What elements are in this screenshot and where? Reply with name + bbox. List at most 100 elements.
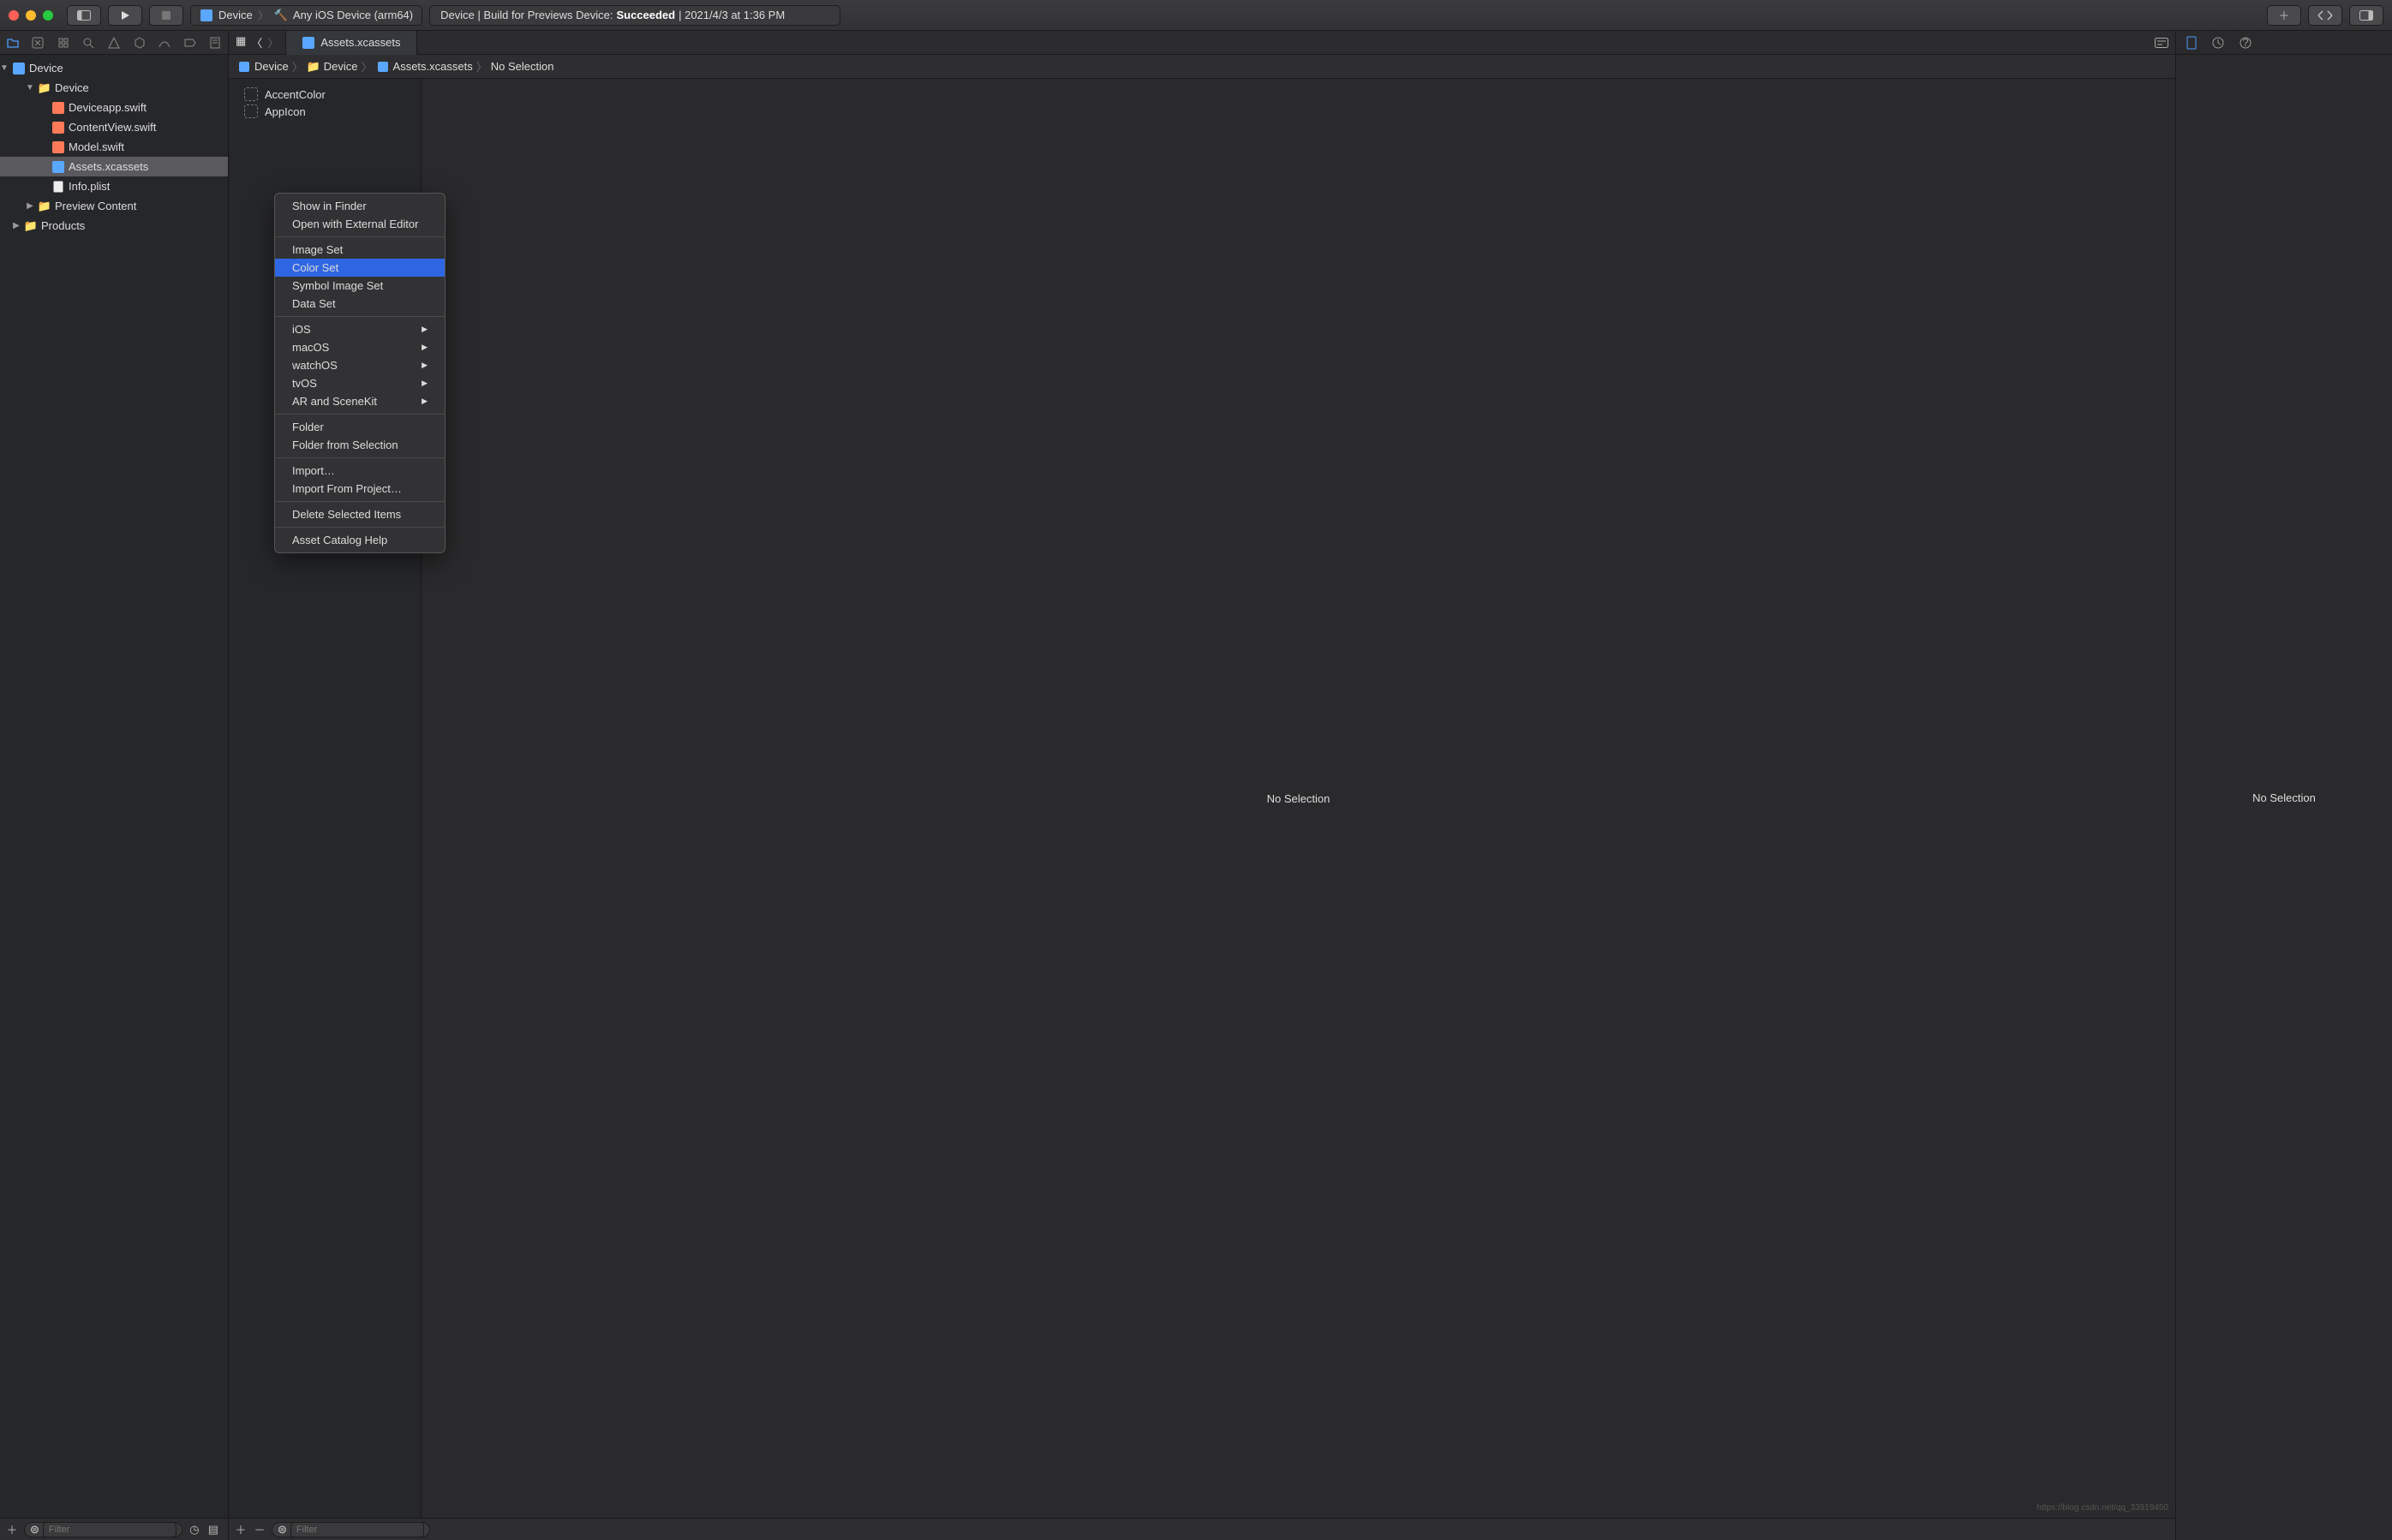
status-time: | 2021/4/3 at 1:36 PM [679, 9, 785, 21]
menu-item-label: Symbol Image Set [292, 279, 383, 292]
tree-item[interactable]: Model.swift [0, 137, 228, 157]
status-result: Succeeded [616, 9, 675, 21]
tree-item[interactable]: ▶📁Preview Content [0, 196, 228, 216]
issue-navigator-tab[interactable] [106, 35, 122, 51]
project-navigator-tab[interactable] [5, 35, 21, 51]
menu-item[interactable]: Image Set [275, 241, 445, 259]
status-prefix: Device | Build for Previews Device: [440, 9, 613, 21]
swift-icon [51, 140, 65, 154]
menu-item[interactable]: Import… [275, 462, 445, 480]
menu-item[interactable]: Asset Catalog Help [275, 531, 445, 549]
filter-input[interactable] [43, 1522, 176, 1537]
stop-button[interactable] [149, 5, 183, 26]
close-button[interactable] [9, 10, 19, 21]
color-thumb-icon [244, 87, 258, 101]
related-items-icon[interactable]: ▦ [236, 34, 246, 51]
menu-item[interactable]: Folder [275, 418, 445, 436]
tree-item[interactable]: Deviceapp.swift [0, 98, 228, 117]
tree-item[interactable]: Info.plist [0, 176, 228, 196]
menu-item[interactable]: watchOS [275, 356, 445, 374]
remove-asset-button[interactable]: － [253, 1521, 266, 1537]
menu-item[interactable]: tvOS [275, 374, 445, 392]
editor-tab[interactable]: Assets.xcassets [285, 31, 416, 55]
folder-icon: 📁 [24, 219, 38, 233]
recent-icon[interactable]: ◷ [188, 1523, 201, 1537]
scheme-target: Device [218, 9, 253, 21]
jump-bar[interactable]: Device〉 📁 Device〉 Assets.xcassets〉 No Se… [229, 55, 2175, 79]
zoom-button[interactable] [43, 10, 53, 21]
tree-item-label: Deviceapp.swift [69, 101, 147, 114]
menu-item[interactable]: AR and SceneKit [275, 392, 445, 410]
asset-filter-input[interactable] [290, 1522, 424, 1537]
menu-item-label: Asset Catalog Help [292, 534, 387, 546]
tree-item-label: Assets.xcassets [69, 160, 148, 173]
asset-item[interactable]: AccentColor [229, 86, 421, 103]
disclosure-triangle-icon[interactable]: ▼ [0, 63, 9, 73]
file-inspector-tab[interactable] [2186, 36, 2197, 50]
folder-icon: 📁 [307, 60, 320, 74]
back-button[interactable]: 〈 [251, 34, 262, 51]
toggle-inspector-button[interactable] [2349, 5, 2383, 26]
titlebar: Device 〉 🔨 Any iOS Device (arm64) Device… [0, 0, 2392, 31]
menu-item[interactable]: Import From Project… [275, 480, 445, 498]
assets-icon [376, 60, 390, 74]
asset-item[interactable]: AppIcon [229, 103, 421, 120]
disclosure-triangle-icon[interactable]: ▶ [26, 201, 34, 211]
window-controls [9, 10, 53, 21]
tree-item[interactable]: ▼📁Device [0, 78, 228, 98]
watermark: https://blog.csdn.net/qq_33919450 [2037, 1503, 2168, 1513]
assets-icon [302, 36, 315, 50]
symbol-navigator-tab[interactable] [56, 35, 71, 51]
menu-separator [275, 457, 445, 458]
find-navigator-tab[interactable] [81, 35, 97, 51]
editor-options-icon[interactable] [2155, 38, 2168, 48]
forward-button[interactable]: 〉 [267, 34, 278, 51]
jump-seg-3[interactable]: No Selection [491, 60, 554, 73]
report-navigator-tab[interactable] [208, 35, 224, 51]
tree-item[interactable]: ▶📁Products [0, 216, 228, 236]
tree-item[interactable]: ContentView.swift [0, 117, 228, 137]
tree-item-label: Info.plist [69, 180, 110, 193]
code-review-button[interactable] [2308, 5, 2342, 26]
scm-filter-icon[interactable]: ▤ [206, 1523, 220, 1537]
library-button[interactable]: ＋ [2267, 5, 2301, 26]
add-asset-button[interactable]: ＋ [234, 1521, 248, 1537]
activity-view[interactable]: Device | Build for Previews Device: Succ… [429, 5, 840, 26]
debug-navigator-tab[interactable] [157, 35, 172, 51]
navigator-tabs [0, 31, 228, 55]
no-selection-label: No Selection [1267, 792, 1331, 805]
minimize-button[interactable] [26, 10, 36, 21]
test-navigator-tab[interactable] [132, 35, 147, 51]
filter-scope[interactable]: ⊜ [24, 1522, 182, 1537]
history-inspector-tab[interactable] [2212, 37, 2224, 49]
jump-seg-2[interactable]: Assets.xcassets [393, 60, 473, 73]
tab-label: Assets.xcassets [320, 36, 400, 49]
menu-item[interactable]: macOS [275, 338, 445, 356]
editor-area: ▦ 〈 〉 Assets.xcassets Device〉 📁 Device〉 [229, 31, 2175, 1540]
run-button[interactable] [108, 5, 142, 26]
menu-item[interactable]: Symbol Image Set [275, 277, 445, 295]
toggle-navigator-button[interactable] [67, 5, 101, 26]
menu-item[interactable]: Data Set [275, 295, 445, 313]
scheme-selector[interactable]: Device 〉 🔨 Any iOS Device (arm64) [190, 5, 422, 26]
menu-item[interactable]: Color Set [275, 259, 445, 277]
menu-item[interactable]: iOS [275, 320, 445, 338]
disclosure-triangle-icon[interactable]: ▼ [26, 83, 34, 93]
source-control-navigator-tab[interactable] [31, 35, 46, 51]
add-button[interactable]: ＋ [5, 1521, 19, 1537]
project-root[interactable]: ▼ Device [0, 58, 228, 78]
menu-item-label: macOS [292, 341, 329, 354]
jump-seg-1[interactable]: Device [324, 60, 358, 73]
menu-item: Show in Finder [275, 197, 445, 215]
help-inspector-tab[interactable]: ? [2240, 37, 2251, 49]
tree-item[interactable]: Assets.xcassets [0, 157, 228, 176]
disclosure-triangle-icon[interactable]: ▶ [12, 221, 21, 230]
menu-item-label: Show in Finder [292, 200, 367, 212]
jump-seg-0[interactable]: Device [254, 60, 289, 73]
navigator-sidebar: ▼ Device ▼📁DeviceDeviceapp.swiftContentV… [0, 31, 229, 1540]
breakpoint-navigator-tab[interactable] [182, 35, 198, 51]
inspector-no-selection: No Selection [2252, 791, 2316, 804]
hammer-icon: 🔨 [274, 9, 288, 22]
project-name: Device [29, 62, 63, 75]
asset-name: AppIcon [265, 105, 306, 118]
